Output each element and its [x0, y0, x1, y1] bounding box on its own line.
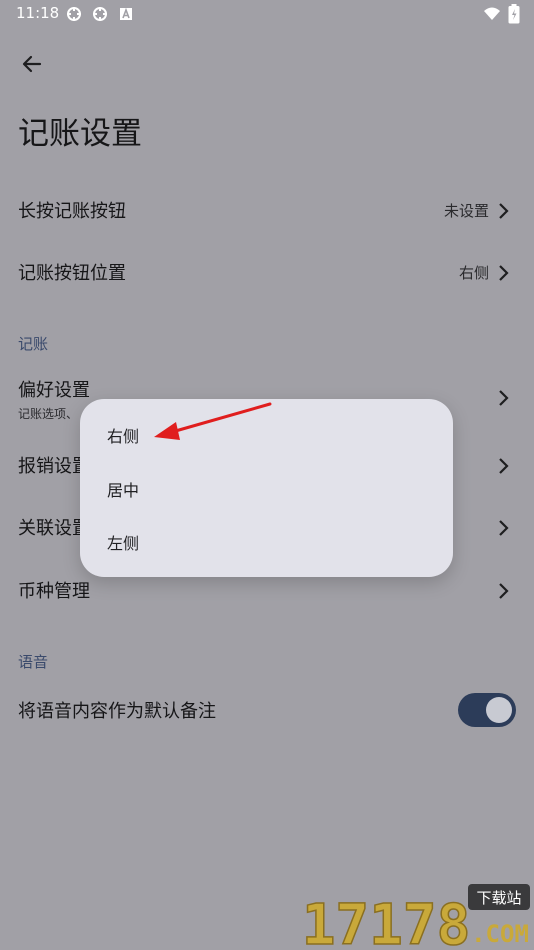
- chevron-right-icon: [499, 390, 509, 406]
- top-app-bar: [0, 40, 534, 88]
- chevron-right-icon: [499, 583, 509, 599]
- menu-option-right[interactable]: 右侧: [80, 409, 453, 461]
- status-time: 11:18: [16, 4, 60, 22]
- row-value: 右侧: [458, 264, 489, 282]
- row-label: 长按记账按钮: [18, 201, 126, 222]
- menu-option-label: 左侧: [107, 534, 140, 553]
- crosshair-icon: [93, 7, 107, 21]
- watermark-badge: 下载站: [476, 889, 521, 907]
- menu-option-label: 右侧: [107, 427, 140, 446]
- watermark-number: 17178: [304, 893, 470, 950]
- chevron-right-icon: [499, 520, 509, 536]
- menu-option-center[interactable]: 居中: [80, 463, 453, 515]
- position-menu: 右侧 居中 左侧: [80, 399, 453, 577]
- chevron-right-icon: [499, 203, 509, 219]
- battery-icon: [508, 4, 520, 24]
- back-arrow-icon[interactable]: [18, 50, 46, 78]
- site-watermark-logo: 17178 下载站 .COM: [304, 884, 530, 950]
- chevron-right-icon: [499, 265, 509, 281]
- status-bar: 11:18: [0, 0, 534, 28]
- row-label: 将语音内容作为默认备注: [18, 701, 216, 722]
- row-label: 记账按钮位置: [18, 263, 126, 284]
- chevron-right-icon: [499, 458, 509, 474]
- page-title: 记账设置: [18, 116, 142, 152]
- row-value: 未设置: [443, 202, 489, 220]
- watermark-domain: .COM: [471, 920, 529, 948]
- voice-as-default-note-setting[interactable]: 将语音内容作为默认备注: [0, 683, 534, 739]
- row-subtitle: 记账选项、: [18, 407, 79, 421]
- menu-option-left[interactable]: 左侧: [80, 516, 453, 568]
- a-box-icon: [120, 7, 132, 20]
- wifi-icon: [484, 7, 500, 20]
- section-header-voice: 语音: [18, 653, 49, 671]
- toggle-knob: [486, 697, 512, 723]
- row-label: 偏好设置: [18, 380, 90, 401]
- long-press-button-setting[interactable]: 长按记账按钮 未设置: [0, 183, 534, 239]
- section-header-accounting: 记账: [18, 335, 49, 353]
- menu-option-label: 居中: [107, 481, 140, 500]
- button-position-setting[interactable]: 记账按钮位置 右侧: [0, 245, 534, 301]
- voice-note-toggle[interactable]: [458, 693, 516, 727]
- row-label: 币种管理: [18, 581, 90, 602]
- crosshair-icon: [67, 7, 81, 21]
